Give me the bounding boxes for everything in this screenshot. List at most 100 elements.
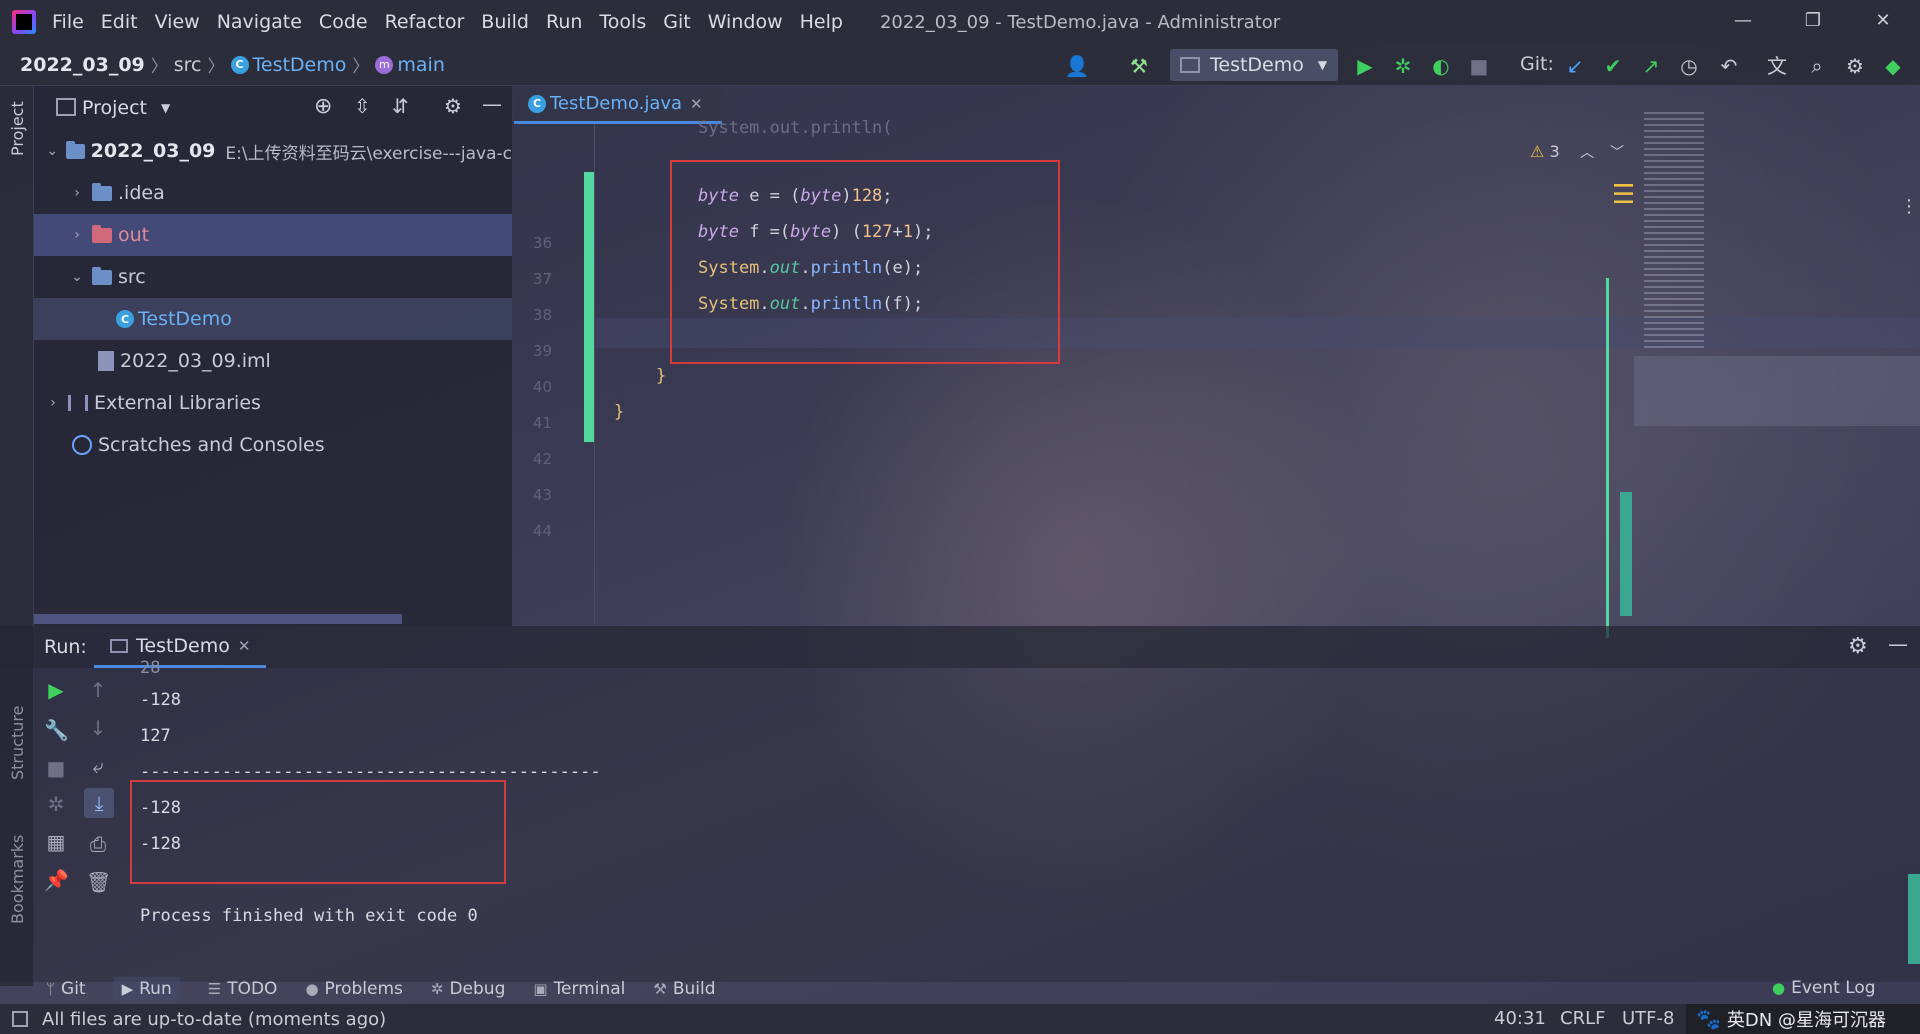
translate-icon[interactable]: 文 [1764, 53, 1790, 79]
previous-highlight-icon[interactable]: ︿ [1580, 142, 1594, 162]
tree-item-label: src [118, 266, 146, 288]
minimap[interactable] [1634, 106, 1920, 436]
tool-tab-run[interactable]: ▶ Run [113, 977, 180, 1001]
menu-file[interactable]: File [52, 11, 84, 33]
menu-tools[interactable]: Tools [599, 11, 646, 33]
trash-icon[interactable]: 🗑 [86, 870, 111, 894]
tree-item-out[interactable]: › out [34, 214, 512, 256]
down-arrow-icon[interactable]: ↓ [86, 716, 110, 740]
tool-tab-todo[interactable]: ☰ TODO [208, 979, 278, 999]
hide-panel-icon[interactable]: — [482, 92, 502, 116]
toggle-tool-windows-icon[interactable] [12, 1011, 28, 1027]
tree-item-idea[interactable]: › .idea [34, 172, 512, 214]
debug-bug-icon[interactable]: ✲ [1390, 53, 1416, 79]
debug-bug-icon[interactable]: ✲ [44, 792, 68, 816]
menu-git[interactable]: Git [663, 11, 690, 33]
wrench-icon[interactable]: 🔧 [44, 718, 69, 742]
tool-tab-problems[interactable]: ● Problems [305, 979, 402, 999]
git-commit-icon[interactable]: ✔ [1600, 53, 1626, 79]
scroll-to-end-icon[interactable]: ⤓ [84, 788, 114, 818]
add-user-icon[interactable]: 👤 [1064, 53, 1090, 79]
line-number: 40 [532, 378, 552, 396]
git-branch-icon: ᛘ [46, 980, 56, 998]
run-configuration-select[interactable]: TestDemo ▼ [1170, 49, 1338, 81]
source-folder-icon [92, 266, 112, 285]
tree-item-project-root[interactable]: ⌄ 2022_03_09 E:\上传资料至码云\exercise---java-… [34, 130, 512, 172]
tool-tab-debug[interactable]: ✲ Debug [431, 979, 505, 999]
menu-window[interactable]: Window [708, 11, 783, 33]
menu-run[interactable]: Run [546, 11, 582, 33]
menu-build[interactable]: Build [481, 11, 529, 33]
gear-icon[interactable]: ⚙ [444, 94, 462, 118]
application-icon [1180, 57, 1200, 73]
rerun-icon[interactable]: ▶ [44, 678, 68, 702]
menu-help[interactable]: Help [800, 11, 843, 33]
tool-tab-label: TODO [227, 979, 278, 999]
up-arrow-icon[interactable]: ↑ [86, 678, 110, 702]
coverage-icon[interactable]: ◐ [1428, 53, 1454, 79]
build-hammer-icon[interactable]: ⚒ [1126, 53, 1152, 79]
stop-icon[interactable]: ■ [1466, 53, 1492, 79]
git-push-icon[interactable]: ↗ [1638, 53, 1664, 79]
minimap-viewport[interactable] [1634, 356, 1920, 426]
menu-navigate[interactable]: Navigate [217, 11, 302, 33]
minimize-icon[interactable]: — [1730, 8, 1756, 34]
layout-icon[interactable]: ▦ [44, 830, 68, 854]
run-icon[interactable]: ▶ [1352, 53, 1378, 79]
menu-code[interactable]: Code [319, 11, 368, 33]
git-update-icon[interactable]: ↙ [1562, 53, 1588, 79]
tree-item-src[interactable]: ⌄ src [34, 256, 512, 298]
close-window-icon[interactable]: ✕ [1870, 8, 1896, 34]
breadcrumb-project[interactable]: 2022_03_09 [20, 54, 145, 76]
tool-window-bar: ᛘ Git ▶ Run ☰ TODO ● Problems ✲ Debug ▣ Termin… [0, 974, 1920, 1004]
print-icon[interactable]: ⎙ [86, 832, 110, 856]
history-icon[interactable]: ◷ [1676, 53, 1702, 79]
class-icon: C [528, 94, 546, 113]
stop-icon[interactable]: ■ [44, 756, 68, 780]
search-icon[interactable]: ⌕ [1804, 53, 1830, 79]
tool-tab-terminal[interactable]: ▣ Terminal [533, 979, 625, 999]
tree-item-testdemo[interactable]: C TestDemo [34, 298, 512, 340]
pin-icon[interactable]: 📌 [44, 868, 69, 892]
line-separator[interactable]: CRLF [1560, 1008, 1605, 1029]
hide-panel-icon[interactable]: — [1888, 632, 1908, 656]
breadcrumb-method[interactable]: main [397, 54, 444, 76]
locate-target-icon[interactable]: ⊕ [314, 94, 332, 119]
tree-item-scratches[interactable]: Scratches and Consoles [34, 424, 512, 466]
file-encoding[interactable]: UTF-8 [1622, 1008, 1674, 1029]
tree-item-external-libraries[interactable]: › External Libraries [34, 382, 512, 424]
plugin-icon[interactable]: ◆ [1880, 53, 1906, 79]
rollback-icon[interactable]: ↶ [1716, 53, 1742, 79]
next-highlight-icon[interactable]: ﹀ [1610, 142, 1624, 162]
gear-icon[interactable]: ⚙ [1842, 53, 1868, 79]
tool-tab-git[interactable]: ᛘ Git [46, 979, 86, 999]
tab-label: TestDemo [136, 634, 230, 657]
tree-item-iml[interactable]: 2022_03_09.iml [34, 340, 512, 382]
console-scrollbar[interactable] [1908, 874, 1920, 964]
chevron-down-icon[interactable]: ▼ [161, 101, 170, 115]
horizontal-scrollbar[interactable] [34, 614, 402, 624]
breadcrumb-class[interactable]: TestDemo [253, 54, 347, 76]
menu-refactor[interactable]: Refactor [385, 11, 465, 33]
vertical-scrollbar[interactable] [1620, 492, 1632, 616]
close-tab-icon[interactable]: ✕ [238, 637, 251, 655]
tab-run-testdemo[interactable]: TestDemo ✕ [94, 626, 266, 668]
collapse-all-icon[interactable]: ⇵ [392, 94, 409, 118]
method-icon: m [375, 55, 394, 74]
project-panel-title[interactable]: Project [82, 97, 147, 119]
reader-mode-icon[interactable]: ☰ [1612, 180, 1635, 210]
warning-indicator[interactable]: ⚠ 3 [1530, 142, 1560, 161]
expand-all-icon[interactable]: ⇳ [354, 94, 371, 118]
restore-icon[interactable]: ❐ [1800, 8, 1826, 34]
tool-tab-label: Problems [324, 979, 403, 999]
line-number: 36 [532, 234, 552, 252]
project-tool-button[interactable]: Project [8, 101, 27, 156]
soft-wrap-icon[interactable]: ⤶ [86, 754, 110, 778]
breadcrumb-src[interactable]: src [174, 54, 202, 76]
tool-tab-event-log[interactable]: ● Event Log [1772, 978, 1876, 998]
menu-edit[interactable]: Edit [101, 11, 138, 33]
tool-tab-build[interactable]: ⚒ Build [653, 979, 715, 999]
caret-position[interactable]: 40:31 [1494, 1008, 1546, 1029]
gear-icon[interactable]: ⚙ [1848, 634, 1868, 659]
menu-view[interactable]: View [155, 11, 200, 33]
